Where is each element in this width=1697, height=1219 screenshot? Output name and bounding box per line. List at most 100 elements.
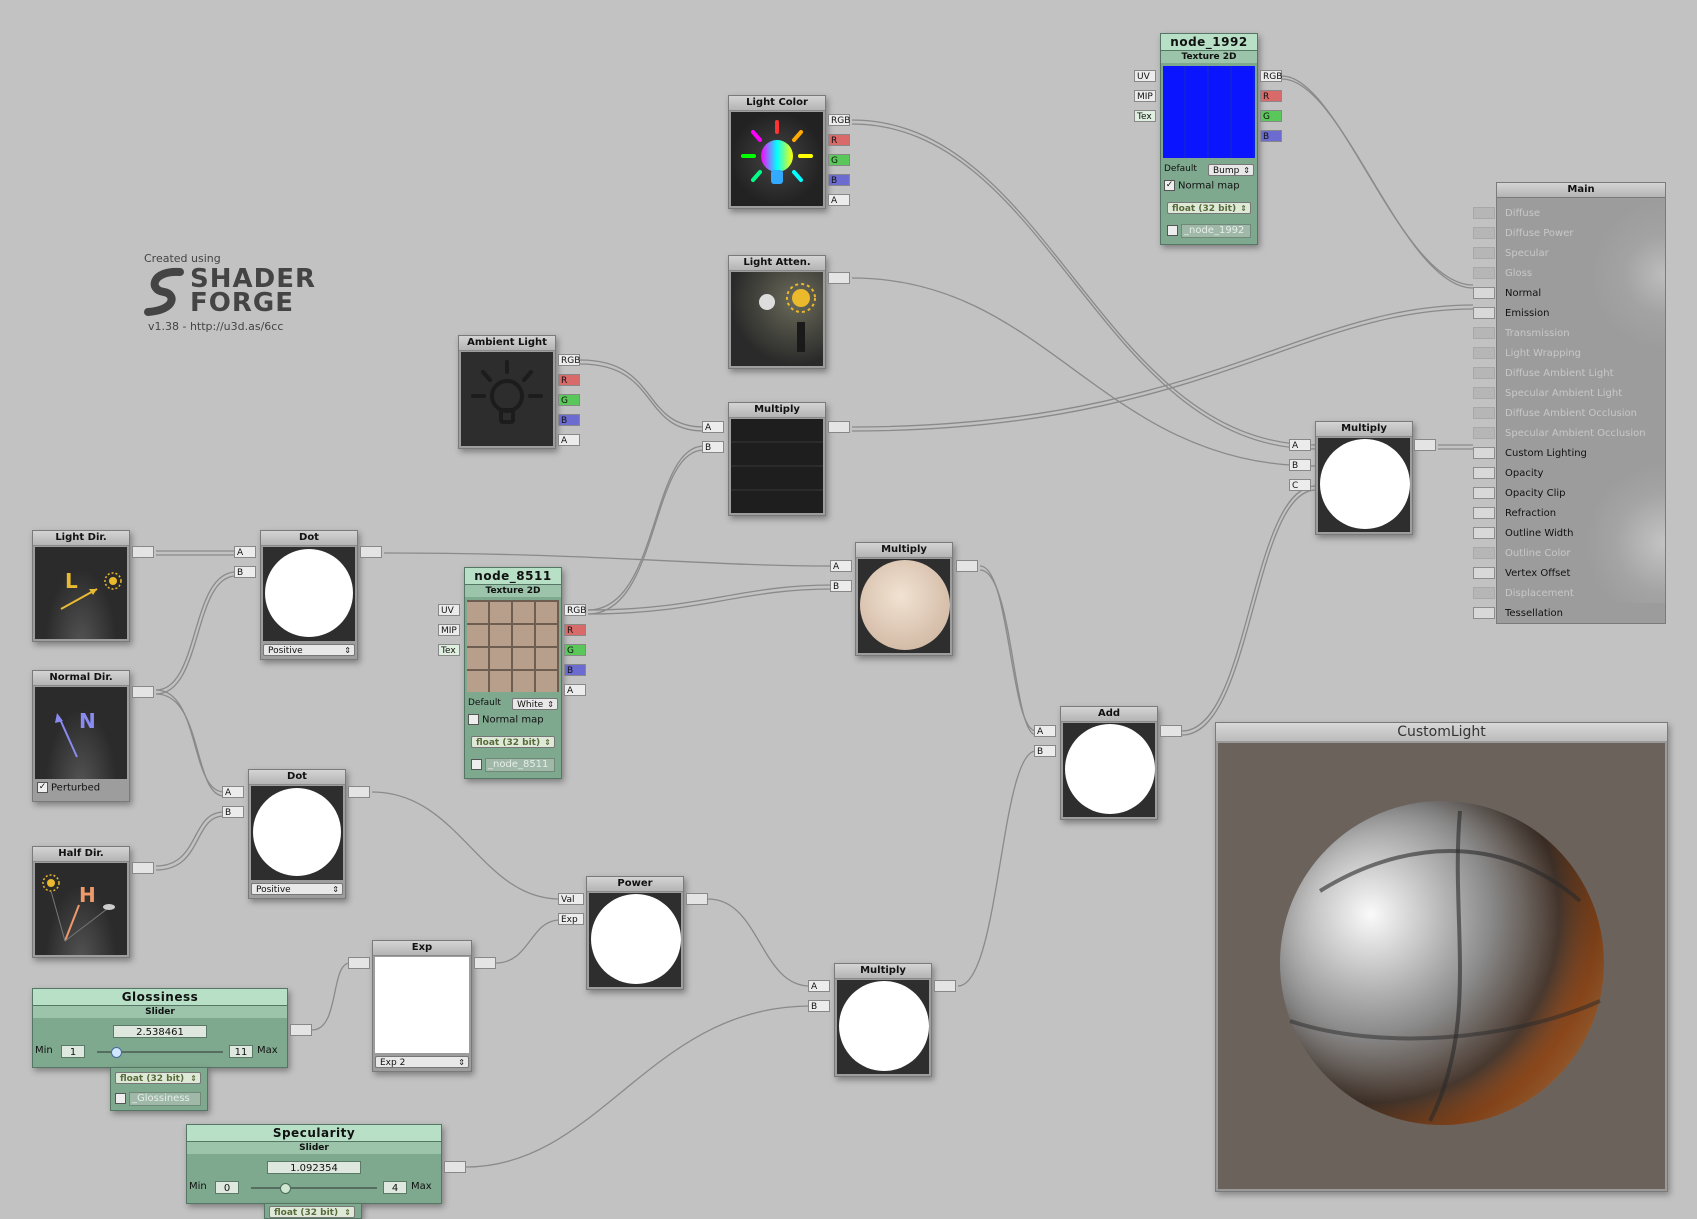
ambient-a-port[interactable]: A xyxy=(558,434,580,446)
node-8511-tex-port[interactable]: Tex xyxy=(438,644,460,656)
multiply-bottom-node[interactable]: Multiply xyxy=(834,963,932,1077)
power-output-port[interactable] xyxy=(686,893,708,905)
main-port-custom-lighting[interactable] xyxy=(1473,447,1495,459)
property-checkbox[interactable] xyxy=(115,1092,126,1104)
multiply-mid-output-port[interactable] xyxy=(956,560,978,572)
specularity-slider-thumb[interactable] xyxy=(280,1183,292,1194)
main-port-opacity[interactable] xyxy=(1473,467,1495,479)
multiply-right-c-port[interactable]: C xyxy=(1289,479,1311,491)
multiply-top-node[interactable]: Multiply xyxy=(728,402,826,516)
multiply-mid-b-port[interactable]: B xyxy=(830,580,852,592)
dot-top-b-port[interactable]: B xyxy=(234,566,256,578)
dot-mode-select[interactable]: Positive xyxy=(251,883,343,896)
node-1992-uv-port[interactable]: UV xyxy=(1134,70,1156,82)
dot-bottom-a-port[interactable]: A xyxy=(222,786,244,798)
exp-node[interactable]: Exp Exp 2 xyxy=(372,940,472,1072)
dot-top-output-port[interactable] xyxy=(360,546,382,558)
main-port-vertex-offset[interactable] xyxy=(1473,567,1495,579)
multiply-top-b-port[interactable]: B xyxy=(702,441,724,453)
node-1992-tex-port[interactable]: Tex xyxy=(1134,110,1156,122)
node-1992-texture[interactable]: node_1992 Texture 2D Default Bump ✓Norma… xyxy=(1160,33,1258,245)
dot-top-node[interactable]: Dot Positive xyxy=(260,530,358,660)
multiply-mid-a-port[interactable]: A xyxy=(830,560,852,572)
main-port-normal[interactable] xyxy=(1473,287,1495,299)
node-8511-a-port[interactable]: A xyxy=(564,684,586,696)
dot-top-a-port[interactable]: A xyxy=(234,546,256,558)
add-b-port[interactable]: B xyxy=(1034,745,1056,757)
ambient-b-port[interactable]: B xyxy=(558,414,580,426)
node-8511-b-port[interactable]: B xyxy=(564,664,586,676)
half-dir-node[interactable]: Half Dir. H xyxy=(32,846,130,958)
multiply-bottom-b-port[interactable]: B xyxy=(808,1000,830,1012)
exp-input-port[interactable] xyxy=(348,957,370,969)
node-8511-rgb-port[interactable]: RGB xyxy=(564,604,586,616)
property-name-field[interactable]: _node_8511 xyxy=(485,758,555,772)
specularity-slider-node[interactable]: Specularity Slider 1.092354 Min 0 4 Max xyxy=(186,1124,442,1204)
specularity-slider-track[interactable] xyxy=(251,1183,377,1194)
glossiness-slider-node[interactable]: Glossiness Slider 2.538461 Min 1 11 Max xyxy=(32,988,288,1068)
add-a-port[interactable]: A xyxy=(1034,725,1056,737)
multiply-right-node[interactable]: Multiply xyxy=(1315,421,1413,535)
property-name-row[interactable]: _node_8511 xyxy=(471,758,555,772)
dot-bottom-output-port[interactable] xyxy=(348,786,370,798)
precision-select[interactable]: float (32 bit) xyxy=(115,1072,201,1085)
ambient-light-node[interactable]: Ambient Light xyxy=(458,335,556,449)
light-color-node[interactable]: Light Color xyxy=(728,95,826,209)
node-1992-rgb-port[interactable]: RGB xyxy=(1260,70,1282,82)
multiply-bottom-output-port[interactable] xyxy=(934,980,956,992)
ambient-r-port[interactable]: R xyxy=(558,374,580,386)
exp-output-port[interactable] xyxy=(474,957,496,969)
node-8511-texture[interactable]: node_8511 Texture 2D Default White Norma… xyxy=(464,567,562,779)
multiply-top-a-port[interactable]: A xyxy=(702,421,724,433)
multiply-right-a-port[interactable]: A xyxy=(1289,439,1311,451)
glossiness-max-field[interactable]: 11 xyxy=(229,1045,253,1058)
specularity-output-port[interactable] xyxy=(444,1161,466,1173)
multiply-top-output-port[interactable] xyxy=(828,421,850,433)
multiply-right-b-port[interactable]: B xyxy=(1289,459,1311,471)
light-color-b-port[interactable]: B xyxy=(828,174,850,186)
normal-map-toggle[interactable]: Normal map xyxy=(468,714,544,726)
main-port-outline-width[interactable] xyxy=(1473,527,1495,539)
main-port-refraction[interactable] xyxy=(1473,507,1495,519)
light-color-r-port[interactable]: R xyxy=(828,134,850,146)
specularity-value-field[interactable]: 1.092354 xyxy=(267,1161,361,1174)
node-8511-g-port[interactable]: G xyxy=(564,644,586,656)
preview-viewport[interactable] xyxy=(1218,743,1665,1189)
glossiness-slider-track[interactable] xyxy=(97,1047,223,1058)
property-name-row[interactable]: _node_1992 xyxy=(1167,224,1251,238)
multiply-bottom-a-port[interactable]: A xyxy=(808,980,830,992)
main-output-node[interactable]: Main Diffuse Diffuse Power Specular Gloss No… xyxy=(1496,182,1666,624)
half-dir-output-port[interactable] xyxy=(132,862,154,874)
node-1992-r-port[interactable]: R xyxy=(1260,90,1282,102)
power-node[interactable]: Power xyxy=(586,876,684,990)
normal-map-toggle[interactable]: ✓ Normal map xyxy=(1164,180,1240,192)
precision-select[interactable]: float (32 bit) xyxy=(471,736,555,749)
main-port-opacity-clip[interactable] xyxy=(1473,487,1495,499)
light-color-a-port[interactable]: A xyxy=(828,194,850,206)
add-output-port[interactable] xyxy=(1160,725,1182,737)
glossiness-slider-thumb[interactable] xyxy=(111,1047,123,1058)
normal-dir-output-port[interactable] xyxy=(132,686,154,698)
node-1992-b-port[interactable]: B xyxy=(1260,130,1282,142)
main-port-tessellation[interactable] xyxy=(1473,607,1495,619)
specularity-max-field[interactable]: 4 xyxy=(383,1181,407,1194)
exp-mode-select[interactable]: Exp 2 xyxy=(375,1056,469,1069)
property-name-row[interactable]: _Glossiness xyxy=(115,1092,201,1106)
normal-dir-node[interactable]: Normal Dir. N ✓ Perturbed xyxy=(32,670,130,802)
perturbed-toggle[interactable]: ✓ Perturbed xyxy=(37,782,100,794)
custom-light-preview-panel[interactable]: CustomLight xyxy=(1215,722,1668,1192)
light-dir-output-port[interactable] xyxy=(132,546,154,558)
normal-map-checkbox[interactable]: ✓ xyxy=(1164,180,1175,191)
light-atten-node[interactable]: Light Atten. xyxy=(728,255,826,369)
light-color-g-port[interactable]: G xyxy=(828,154,850,166)
precision-select[interactable]: float (32 bit) xyxy=(269,1206,355,1218)
power-exp-port[interactable]: Exp xyxy=(558,913,584,925)
precision-select[interactable]: float (32 bit) xyxy=(1167,202,1251,215)
node-8511-mip-port[interactable]: MIP xyxy=(438,624,460,636)
property-checkbox[interactable] xyxy=(1167,224,1178,236)
property-name-field[interactable]: _Glossiness xyxy=(129,1092,201,1106)
glossiness-min-field[interactable]: 1 xyxy=(61,1045,85,1058)
power-val-port[interactable]: Val xyxy=(558,893,584,905)
node-8511-uv-port[interactable]: UV xyxy=(438,604,460,616)
dot-mode-select[interactable]: Positive xyxy=(263,644,355,657)
